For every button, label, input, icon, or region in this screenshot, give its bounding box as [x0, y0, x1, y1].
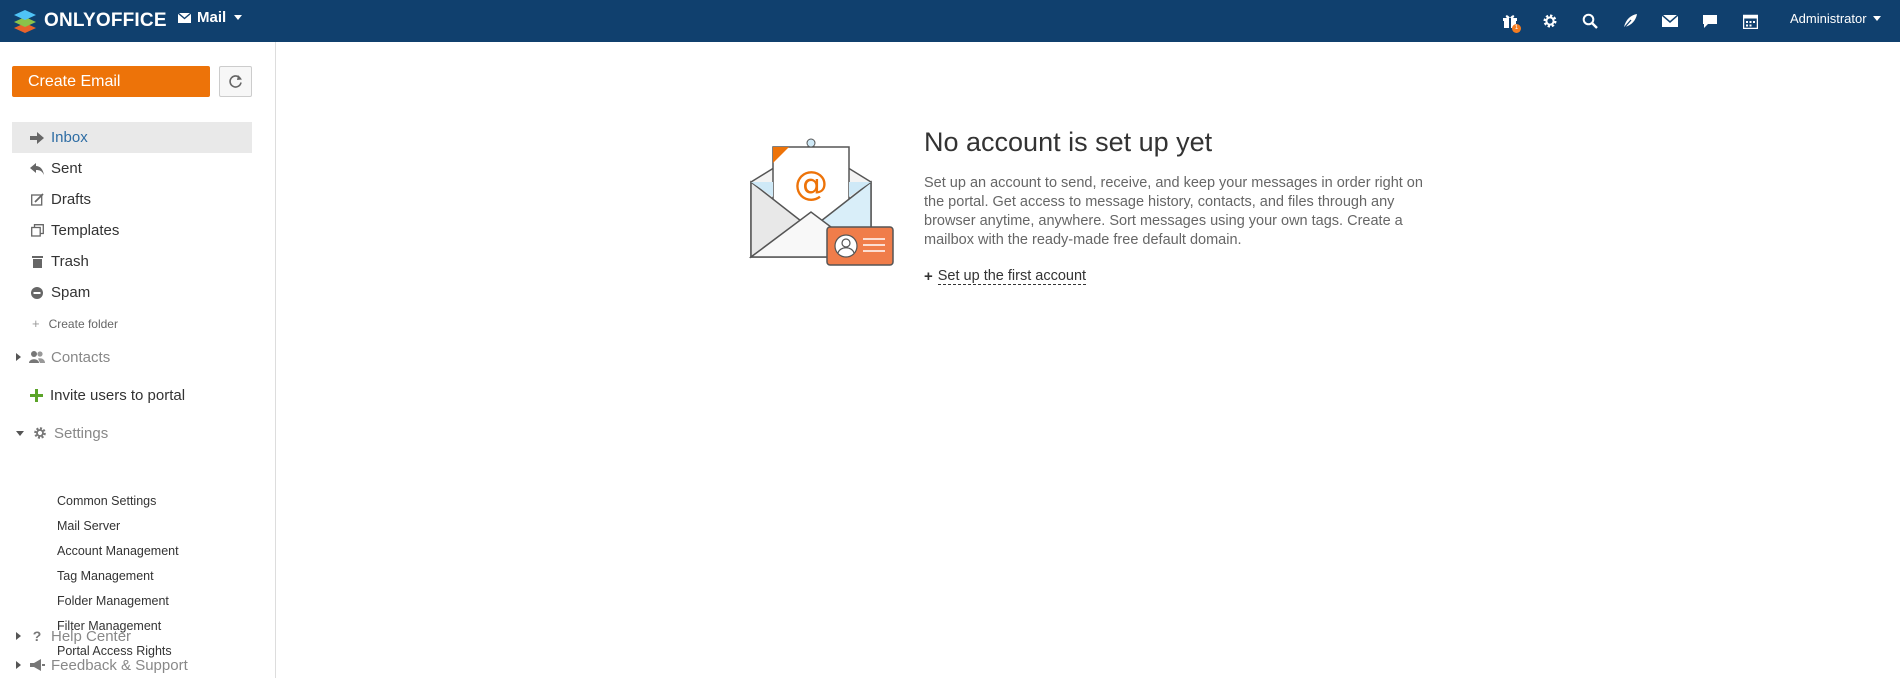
inbox-arrow-icon	[30, 131, 44, 145]
create-folder-label: Create folder	[48, 316, 118, 331]
trash-icon	[30, 255, 44, 269]
user-name: Administrator	[1790, 11, 1867, 26]
create-folder-link[interactable]: + Create folder	[12, 308, 252, 339]
feedback-support-label: Feedback & Support	[51, 656, 188, 674]
settings-item-tag-management[interactable]: Tag Management	[57, 563, 267, 588]
refresh-icon	[229, 75, 242, 88]
brand-name: ONLYOFFICE	[44, 10, 167, 31]
feedback-support-section[interactable]: Feedback & Support	[12, 653, 272, 677]
expand-triangle-icon[interactable]	[16, 632, 21, 640]
gear-icon	[32, 426, 48, 440]
chat-button[interactable]	[1690, 9, 1730, 33]
contacts-section[interactable]: Contacts	[12, 345, 272, 369]
calendar-button[interactable]	[1730, 9, 1770, 33]
sidebar: Create Email Inbox Sent Drafts Templates…	[0, 42, 276, 678]
module-label: Mail	[197, 9, 227, 26]
plus-icon: +	[32, 316, 40, 331]
empty-state-title: No account is set up yet	[924, 127, 1213, 157]
folder-sent[interactable]: Sent	[12, 153, 252, 184]
notification-badge: 1	[1512, 24, 1521, 33]
chevron-down-icon	[1872, 16, 1881, 21]
spam-icon	[30, 286, 44, 300]
chevron-down-icon	[234, 15, 243, 20]
settings-label: Settings	[54, 424, 109, 442]
settings-item-account-management[interactable]: Account Management	[57, 538, 267, 563]
folder-inbox[interactable]: Inbox	[12, 122, 252, 153]
invite-label: Invite users to portal	[50, 386, 186, 404]
envelope-icon	[178, 12, 191, 23]
folder-label: Trash	[51, 253, 89, 270]
gift-button[interactable]: 1	[1490, 9, 1530, 33]
templates-icon	[30, 224, 44, 238]
calendar-icon	[1742, 14, 1758, 29]
plus-icon	[28, 388, 44, 402]
settings-section[interactable]: Settings	[12, 421, 272, 445]
plus-icon: +	[924, 268, 933, 285]
reply-arrow-icon	[30, 162, 44, 176]
contacts-label: Contacts	[51, 348, 111, 366]
folder-list: Inbox Sent Drafts Templates Trash Spam +…	[12, 122, 252, 339]
folder-label: Spam	[51, 284, 91, 301]
settings-item-common[interactable]: Common Settings	[57, 488, 267, 513]
mail-icon	[1662, 15, 1678, 27]
user-menu[interactable]: Administrator	[1790, 11, 1881, 26]
expand-triangle-icon[interactable]	[16, 661, 21, 669]
svg-text:@: @	[794, 164, 828, 204]
folder-trash[interactable]: Trash	[12, 246, 252, 277]
create-email-button[interactable]: Create Email	[12, 66, 210, 97]
feed-button[interactable]	[1610, 9, 1650, 33]
mail-button[interactable]	[1650, 9, 1690, 33]
collapse-triangle-icon[interactable]	[16, 430, 24, 436]
empty-state-description: Set up an account to send, receive, and …	[924, 175, 1423, 248]
settings-item-folder-management[interactable]: Folder Management	[57, 588, 267, 613]
module-switcher[interactable]: Mail	[178, 9, 243, 26]
settings-button[interactable]	[1530, 9, 1570, 33]
search-button[interactable]	[1570, 9, 1610, 33]
envelope-illustration: @	[749, 138, 894, 266]
refresh-button[interactable]	[219, 66, 252, 97]
onlyoffice-logo[interactable]: ONLYOFFICE	[12, 7, 167, 35]
folder-label: Drafts	[51, 191, 92, 208]
search-icon	[1582, 13, 1598, 29]
setup-first-account-link[interactable]: + Set up the first account	[924, 268, 1087, 285]
main-content: @ No account is set up yet Set up an acc…	[277, 42, 1900, 678]
draft-edit-icon	[30, 193, 44, 207]
megaphone-icon	[29, 658, 45, 672]
question-icon: ?	[32, 628, 42, 644]
settings-item-mail-server[interactable]: Mail Server	[57, 513, 267, 538]
folder-templates[interactable]: Templates	[12, 215, 252, 246]
folder-drafts[interactable]: Drafts	[12, 184, 252, 215]
logo-layers-icon	[14, 10, 36, 33]
setup-link-label: Set up the first account	[937, 268, 1087, 285]
feed-icon	[1623, 14, 1637, 29]
expand-triangle-icon[interactable]	[16, 353, 21, 361]
contacts-icon	[29, 350, 45, 364]
chat-icon	[1703, 14, 1717, 28]
help-center-label: Help Center	[51, 627, 132, 645]
folder-label: Templates	[51, 222, 120, 239]
gear-icon	[1543, 14, 1557, 28]
folder-spam[interactable]: Spam	[12, 277, 252, 308]
top-navigation-bar: ONLYOFFICE Mail 1 Administrator	[0, 0, 1900, 42]
help-center-section[interactable]: ? Help Center	[12, 624, 272, 648]
folder-label: Sent	[51, 160, 82, 177]
invite-users-link[interactable]: Invite users to portal	[28, 383, 288, 407]
folder-label: Inbox	[51, 129, 88, 146]
